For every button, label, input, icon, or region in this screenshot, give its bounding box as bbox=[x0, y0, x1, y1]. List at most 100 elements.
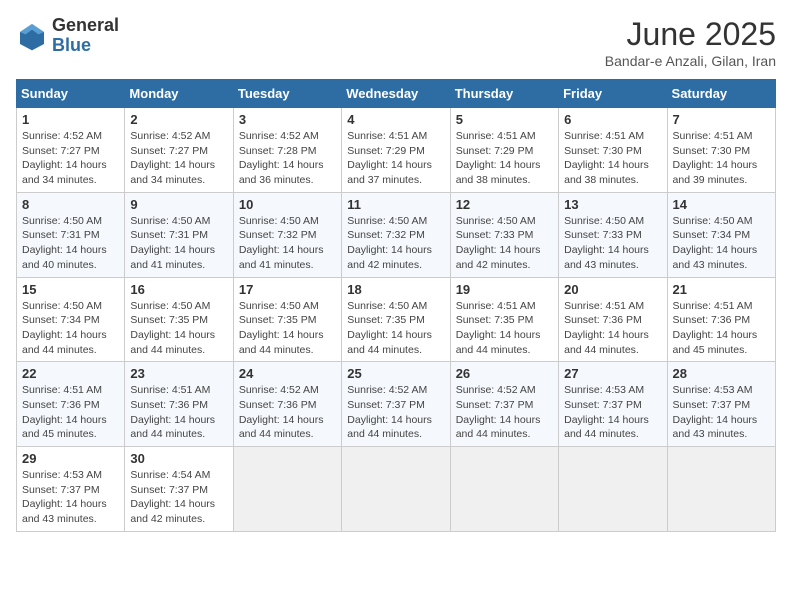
calendar-cell bbox=[559, 447, 667, 532]
day-number: 9 bbox=[130, 197, 227, 212]
weekday-header: Sunday bbox=[17, 80, 125, 108]
day-number: 2 bbox=[130, 112, 227, 127]
logo-general: General bbox=[52, 16, 119, 36]
day-number: 14 bbox=[673, 197, 770, 212]
location-subtitle: Bandar-e Anzali, Gilan, Iran bbox=[605, 53, 776, 69]
calendar-week-row: 8Sunrise: 4:50 AMSunset: 7:31 PMDaylight… bbox=[17, 192, 776, 277]
calendar-cell: 13 Sunrise: 4:50 AMSunset: 7:33 PMDayligh… bbox=[559, 192, 667, 277]
day-info: Sunrise: 4:50 AMSunset: 7:33 PMDaylight:… bbox=[456, 214, 553, 273]
day-info: Sunrise: 4:52 AMSunset: 7:37 PMDaylight:… bbox=[347, 383, 444, 442]
logo-text: General Blue bbox=[52, 16, 119, 56]
day-number: 4 bbox=[347, 112, 444, 127]
day-number: 3 bbox=[239, 112, 336, 127]
day-info: Sunrise: 4:50 AMSunset: 7:35 PMDaylight:… bbox=[130, 299, 227, 358]
day-number: 19 bbox=[456, 282, 553, 297]
day-info: Sunrise: 4:50 AMSunset: 7:31 PMDaylight:… bbox=[130, 214, 227, 273]
day-info: Sunrise: 4:51 AMSunset: 7:30 PMDaylight:… bbox=[564, 129, 661, 188]
calendar-cell: 12 Sunrise: 4:50 AMSunset: 7:33 PMDayligh… bbox=[450, 192, 558, 277]
day-number: 15 bbox=[22, 282, 119, 297]
day-number: 18 bbox=[347, 282, 444, 297]
day-info: Sunrise: 4:50 AMSunset: 7:35 PMDaylight:… bbox=[239, 299, 336, 358]
weekday-header: Monday bbox=[125, 80, 233, 108]
calendar-cell: 4 Sunrise: 4:51 AMSunset: 7:29 PMDaylight… bbox=[342, 108, 450, 193]
day-info: Sunrise: 4:50 AMSunset: 7:34 PMDaylight:… bbox=[22, 299, 119, 358]
calendar-cell: 28 Sunrise: 4:53 AMSunset: 7:37 PMDayligh… bbox=[667, 362, 775, 447]
calendar-cell: 1 Sunrise: 4:52 AMSunset: 7:27 PMDaylight… bbox=[17, 108, 125, 193]
calendar-cell: 9 Sunrise: 4:50 AMSunset: 7:31 PMDaylight… bbox=[125, 192, 233, 277]
title-block: June 2025 Bandar-e Anzali, Gilan, Iran bbox=[605, 16, 776, 69]
day-info: Sunrise: 4:51 AMSunset: 7:30 PMDaylight:… bbox=[673, 129, 770, 188]
day-number: 6 bbox=[564, 112, 661, 127]
day-info: Sunrise: 4:51 AMSunset: 7:29 PMDaylight:… bbox=[347, 129, 444, 188]
day-number: 12 bbox=[456, 197, 553, 212]
calendar-week-row: 22Sunrise: 4:51 AMSunset: 7:36 PMDayligh… bbox=[17, 362, 776, 447]
day-info: Sunrise: 4:52 AMSunset: 7:37 PMDaylight:… bbox=[456, 383, 553, 442]
weekday-header: Wednesday bbox=[342, 80, 450, 108]
day-info: Sunrise: 4:53 AMSunset: 7:37 PMDaylight:… bbox=[564, 383, 661, 442]
day-info: Sunrise: 4:52 AMSunset: 7:36 PMDaylight:… bbox=[239, 383, 336, 442]
logo-blue: Blue bbox=[52, 36, 119, 56]
day-number: 16 bbox=[130, 282, 227, 297]
calendar-cell: 25 Sunrise: 4:52 AMSunset: 7:37 PMDayligh… bbox=[342, 362, 450, 447]
day-number: 22 bbox=[22, 366, 119, 381]
weekday-header: Saturday bbox=[667, 80, 775, 108]
calendar-header-row: SundayMondayTuesdayWednesdayThursdayFrid… bbox=[17, 80, 776, 108]
calendar-table: SundayMondayTuesdayWednesdayThursdayFrid… bbox=[16, 79, 776, 532]
day-number: 20 bbox=[564, 282, 661, 297]
page-header: General Blue June 2025 Bandar-e Anzali, … bbox=[16, 16, 776, 69]
day-info: Sunrise: 4:50 AMSunset: 7:32 PMDaylight:… bbox=[239, 214, 336, 273]
calendar-cell bbox=[233, 447, 341, 532]
calendar-cell: 29 Sunrise: 4:53 AMSunset: 7:37 PMDayligh… bbox=[17, 447, 125, 532]
day-number: 10 bbox=[239, 197, 336, 212]
calendar-cell: 11Sunrise: 4:50 AMSunset: 7:32 PMDayligh… bbox=[342, 192, 450, 277]
day-info: Sunrise: 4:52 AMSunset: 7:27 PMDaylight:… bbox=[22, 129, 119, 188]
calendar-cell: 15 Sunrise: 4:50 AMSunset: 7:34 PMDayligh… bbox=[17, 277, 125, 362]
day-info: Sunrise: 4:52 AMSunset: 7:28 PMDaylight:… bbox=[239, 129, 336, 188]
calendar-cell: 20 Sunrise: 4:51 AMSunset: 7:36 PMDayligh… bbox=[559, 277, 667, 362]
calendar-cell bbox=[667, 447, 775, 532]
calendar-week-row: 1 Sunrise: 4:52 AMSunset: 7:27 PMDaylight… bbox=[17, 108, 776, 193]
calendar-cell: 18 Sunrise: 4:50 AMSunset: 7:35 PMDayligh… bbox=[342, 277, 450, 362]
calendar-cell: 21 Sunrise: 4:51 AMSunset: 7:36 PMDayligh… bbox=[667, 277, 775, 362]
calendar-cell: 23Sunrise: 4:51 AMSunset: 7:36 PMDayligh… bbox=[125, 362, 233, 447]
calendar-cell: 17Sunrise: 4:50 AMSunset: 7:35 PMDayligh… bbox=[233, 277, 341, 362]
day-info: Sunrise: 4:51 AMSunset: 7:36 PMDaylight:… bbox=[564, 299, 661, 358]
calendar-cell: 26 Sunrise: 4:52 AMSunset: 7:37 PMDayligh… bbox=[450, 362, 558, 447]
logo-icon bbox=[16, 20, 48, 52]
day-info: Sunrise: 4:52 AMSunset: 7:27 PMDaylight:… bbox=[130, 129, 227, 188]
day-number: 13 bbox=[564, 197, 661, 212]
day-number: 25 bbox=[347, 366, 444, 381]
day-info: Sunrise: 4:50 AMSunset: 7:35 PMDaylight:… bbox=[347, 299, 444, 358]
calendar-cell: 22Sunrise: 4:51 AMSunset: 7:36 PMDayligh… bbox=[17, 362, 125, 447]
day-number: 28 bbox=[673, 366, 770, 381]
weekday-header: Friday bbox=[559, 80, 667, 108]
day-info: Sunrise: 4:50 AMSunset: 7:33 PMDaylight:… bbox=[564, 214, 661, 273]
calendar-cell: 3 Sunrise: 4:52 AMSunset: 7:28 PMDaylight… bbox=[233, 108, 341, 193]
day-info: Sunrise: 4:50 AMSunset: 7:32 PMDaylight:… bbox=[347, 214, 444, 273]
day-info: Sunrise: 4:51 AMSunset: 7:35 PMDaylight:… bbox=[456, 299, 553, 358]
day-info: Sunrise: 4:53 AMSunset: 7:37 PMDaylight:… bbox=[22, 468, 119, 527]
calendar-cell: 6 Sunrise: 4:51 AMSunset: 7:30 PMDaylight… bbox=[559, 108, 667, 193]
day-info: Sunrise: 4:54 AMSunset: 7:37 PMDaylight:… bbox=[130, 468, 227, 527]
calendar-cell: 2 Sunrise: 4:52 AMSunset: 7:27 PMDaylight… bbox=[125, 108, 233, 193]
month-title: June 2025 bbox=[605, 16, 776, 53]
day-info: Sunrise: 4:51 AMSunset: 7:36 PMDaylight:… bbox=[673, 299, 770, 358]
calendar-week-row: 29 Sunrise: 4:53 AMSunset: 7:37 PMDayligh… bbox=[17, 447, 776, 532]
calendar-cell: 24 Sunrise: 4:52 AMSunset: 7:36 PMDayligh… bbox=[233, 362, 341, 447]
day-info: Sunrise: 4:53 AMSunset: 7:37 PMDaylight:… bbox=[673, 383, 770, 442]
calendar-cell: 10 Sunrise: 4:50 AMSunset: 7:32 PMDayligh… bbox=[233, 192, 341, 277]
day-number: 24 bbox=[239, 366, 336, 381]
day-info: Sunrise: 4:50 AMSunset: 7:31 PMDaylight:… bbox=[22, 214, 119, 273]
day-number: 29 bbox=[22, 451, 119, 466]
day-number: 30 bbox=[130, 451, 227, 466]
calendar-cell: 5Sunrise: 4:51 AMSunset: 7:29 PMDaylight… bbox=[450, 108, 558, 193]
calendar-cell: 14Sunrise: 4:50 AMSunset: 7:34 PMDayligh… bbox=[667, 192, 775, 277]
calendar-cell: 16 Sunrise: 4:50 AMSunset: 7:35 PMDayligh… bbox=[125, 277, 233, 362]
day-number: 1 bbox=[22, 112, 119, 127]
weekday-header: Tuesday bbox=[233, 80, 341, 108]
calendar-cell: 8Sunrise: 4:50 AMSunset: 7:31 PMDaylight… bbox=[17, 192, 125, 277]
day-number: 26 bbox=[456, 366, 553, 381]
day-number: 7 bbox=[673, 112, 770, 127]
day-number: 21 bbox=[673, 282, 770, 297]
logo: General Blue bbox=[16, 16, 119, 56]
